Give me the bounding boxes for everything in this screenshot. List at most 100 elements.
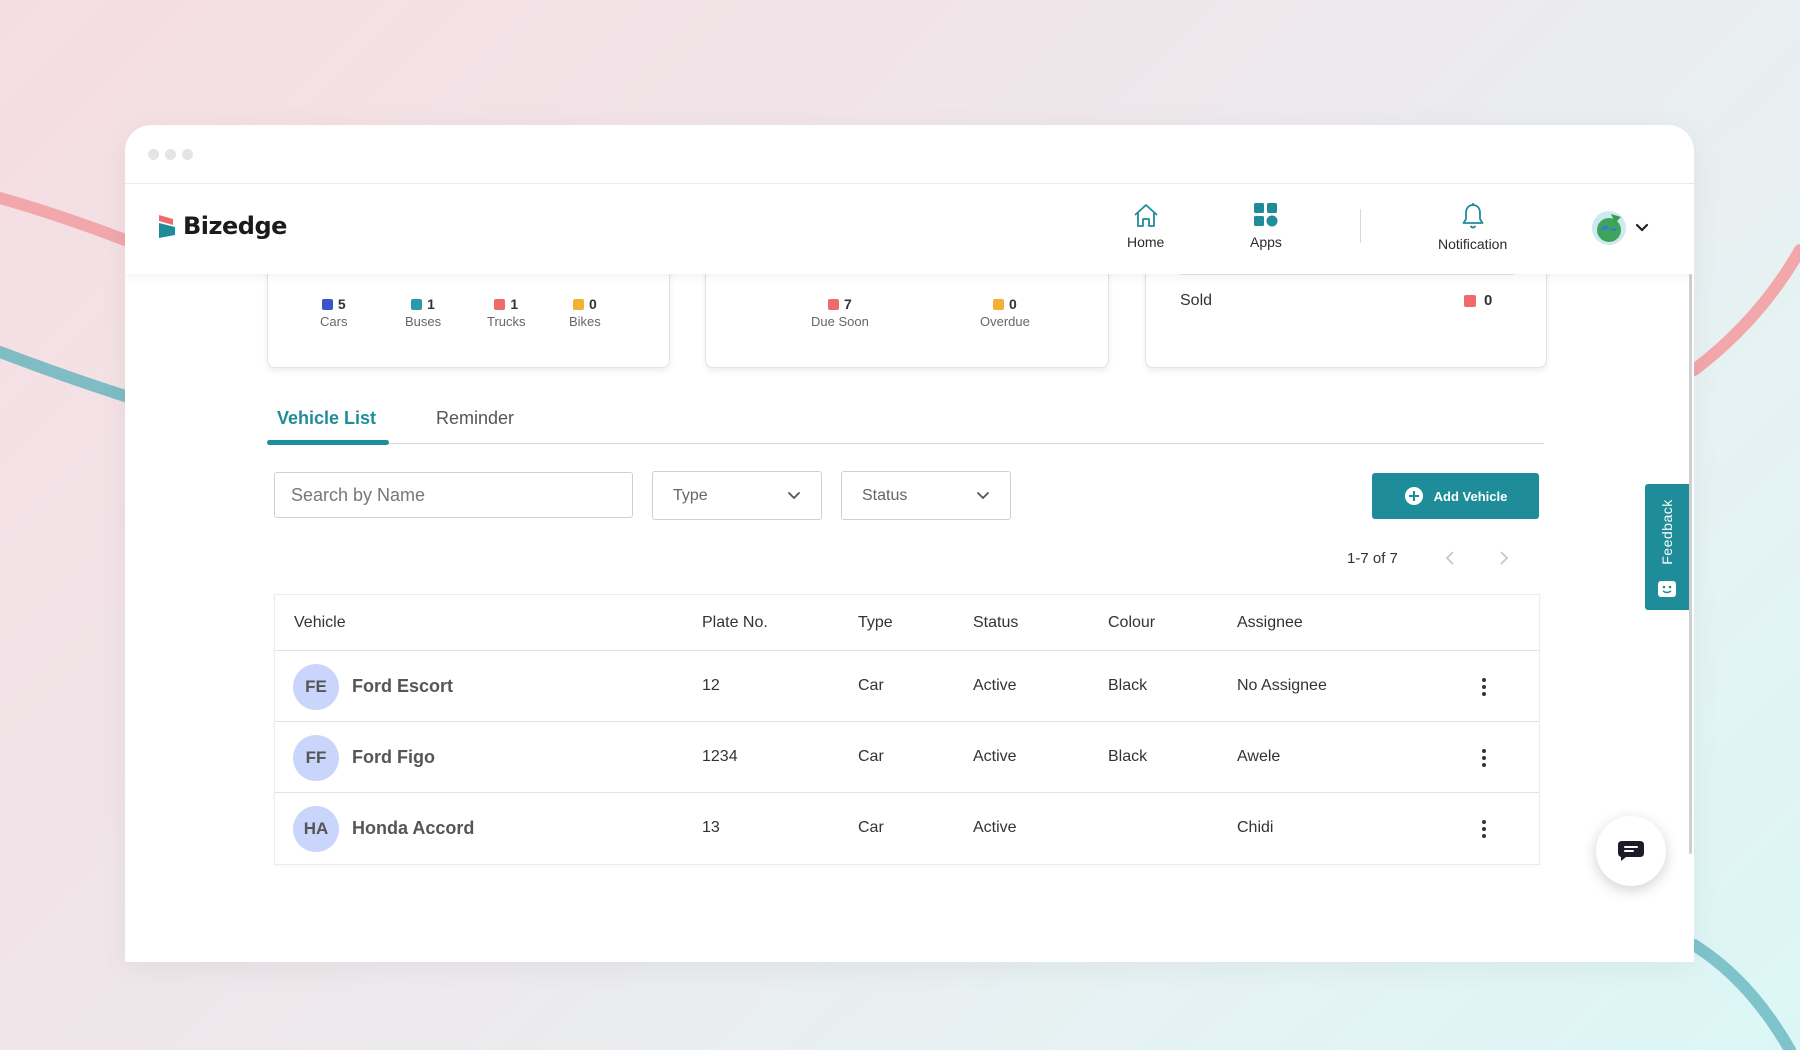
brand-logo[interactable]: Bizedge xyxy=(157,212,287,240)
stat-cars: 5 Cars xyxy=(320,296,347,329)
next-page-button[interactable] xyxy=(1492,546,1516,570)
stat-label: Bikes xyxy=(569,314,601,329)
column-header-plate[interactable]: Plate No. xyxy=(702,614,768,632)
chat-bubble-icon xyxy=(1618,841,1644,861)
fleet-summary-card: 5 Cars 1 Buses 1 Trucks 0 Bikes xyxy=(267,264,670,368)
column-header-status[interactable]: Status xyxy=(973,614,1018,632)
vehicle-colour: Black xyxy=(1108,677,1148,694)
chat-button[interactable] xyxy=(1596,816,1666,886)
nav-home-label: Home xyxy=(1127,234,1165,250)
window-dot[interactable] xyxy=(182,149,193,160)
table-row[interactable]: HA Honda Accord 13 Car Active Chidi xyxy=(275,793,1539,864)
nav-apps-label: Apps xyxy=(1250,234,1282,250)
add-vehicle-button[interactable]: Add Vehicle xyxy=(1372,473,1539,519)
pagination: 1-7 of 7 xyxy=(1347,546,1546,570)
vehicle-assignee: Awele xyxy=(1237,748,1281,765)
page-scrollbar[interactable] xyxy=(1689,274,1692,854)
tab-vehicle-list[interactable]: Vehicle List xyxy=(277,404,376,444)
stat-overdue: 0 Overdue xyxy=(980,296,1030,329)
apps-grid-icon xyxy=(1253,203,1278,227)
column-header-vehicle[interactable]: Vehicle xyxy=(294,614,346,632)
tab-label: Reminder xyxy=(436,408,515,428)
prev-page-button[interactable] xyxy=(1438,546,1462,570)
vehicle-type: Car xyxy=(858,677,884,694)
tab-bar: Vehicle List Reminder xyxy=(267,404,1544,445)
stat-sold: 0 xyxy=(1464,292,1492,309)
nav-notification[interactable]: Notification xyxy=(1438,202,1507,252)
row-menu-icon[interactable] xyxy=(1472,814,1496,844)
search-input[interactable] xyxy=(274,472,633,518)
bell-icon xyxy=(1462,203,1484,229)
column-header-type[interactable]: Type xyxy=(858,614,893,632)
stat-trucks: 1 Trucks xyxy=(487,296,526,329)
stat-buses: 1 Buses xyxy=(405,296,441,329)
table-row[interactable]: FF Ford Figo 1234 Car Active Black Awele xyxy=(275,722,1539,793)
stat-count: 1 xyxy=(427,296,435,312)
stat-sold-label: Sold xyxy=(1180,292,1213,309)
feedback-label: Feedback xyxy=(1659,499,1675,565)
add-vehicle-label: Add Vehicle xyxy=(1433,488,1508,504)
vehicle-avatar: FE xyxy=(293,664,339,710)
legend-square xyxy=(993,298,1005,310)
row-menu-icon[interactable] xyxy=(1472,672,1496,702)
chevron-down-icon xyxy=(788,491,800,499)
feedback-tab[interactable]: Feedback xyxy=(1645,484,1689,610)
vehicle-type: Car xyxy=(858,819,884,836)
stat-count: 1 xyxy=(510,296,519,312)
profile-menu[interactable] xyxy=(1591,210,1649,246)
stat-count: 0 xyxy=(1009,296,1017,312)
app-header: Bizedge Home Apps Notification xyxy=(125,184,1694,274)
window-dot[interactable] xyxy=(165,149,176,160)
nav-apps[interactable]: Apps xyxy=(1250,202,1282,250)
row-menu-icon[interactable] xyxy=(1472,743,1496,773)
stat-count: 0 xyxy=(1484,292,1493,309)
tab-label: Vehicle List xyxy=(277,408,377,428)
vehicle-avatar: FF xyxy=(293,735,339,781)
type-filter-select[interactable]: Type xyxy=(652,471,822,520)
window-dot[interactable] xyxy=(148,149,159,160)
reminder-summary-card: 7 Due Soon 0 Overdue xyxy=(705,264,1109,368)
status-summary-card: Sold 0 xyxy=(1145,264,1547,368)
legend-square xyxy=(494,298,506,310)
chevron-down-icon xyxy=(977,491,989,499)
legend-square xyxy=(828,298,840,310)
table-row[interactable]: FE Ford Escort 12 Car Active Black No As… xyxy=(275,651,1539,722)
vehicle-assignee: Chidi xyxy=(1237,819,1274,836)
feedback-smile-icon xyxy=(1658,581,1676,597)
home-icon xyxy=(1134,204,1158,227)
legend-square xyxy=(573,298,584,310)
legend-square xyxy=(321,298,333,310)
legend-square xyxy=(1464,294,1476,307)
vehicle-type: Car xyxy=(858,748,884,765)
active-tab-indicator xyxy=(267,440,389,445)
stat-label: Buses xyxy=(405,314,442,329)
stat-bikes: 0 Bikes xyxy=(569,296,601,329)
stat-label: Trucks xyxy=(487,314,526,329)
column-header-colour[interactable]: Colour xyxy=(1108,614,1155,632)
vehicle-table: Vehicle Plate No. Type Status Colour Ass… xyxy=(274,594,1540,865)
nav-notification-label: Notification xyxy=(1438,236,1508,252)
status-filter-label: Status xyxy=(862,486,908,504)
window-controls xyxy=(148,149,193,160)
vehicle-status: Active xyxy=(973,677,1017,694)
legend-square xyxy=(411,298,423,310)
column-header-assignee[interactable]: Assignee xyxy=(1237,614,1303,632)
stat-label: Overdue xyxy=(980,314,1030,329)
stat-due-soon: 7 Due Soon xyxy=(811,296,869,329)
vehicle-status: Active xyxy=(973,748,1017,765)
plate-number: 12 xyxy=(702,677,720,694)
type-filter-label: Type xyxy=(673,486,708,504)
vehicle-name[interactable]: Honda Accord xyxy=(352,818,474,839)
vehicle-name[interactable]: Ford Figo xyxy=(352,747,435,768)
tab-reminder[interactable]: Reminder xyxy=(436,404,514,444)
status-filter-select[interactable]: Status xyxy=(841,471,1011,520)
chevron-left-icon xyxy=(1445,551,1454,565)
stat-count: 5 xyxy=(337,296,346,312)
stat-label: Cars xyxy=(320,314,348,329)
chevron-down-icon xyxy=(1635,223,1649,232)
table-header: Vehicle Plate No. Type Status Colour Ass… xyxy=(275,595,1539,651)
nav-home[interactable]: Home xyxy=(1127,202,1164,250)
nav-divider xyxy=(1360,209,1361,243)
vehicle-name[interactable]: Ford Escort xyxy=(352,676,453,697)
stat-count: 7 xyxy=(844,296,852,312)
